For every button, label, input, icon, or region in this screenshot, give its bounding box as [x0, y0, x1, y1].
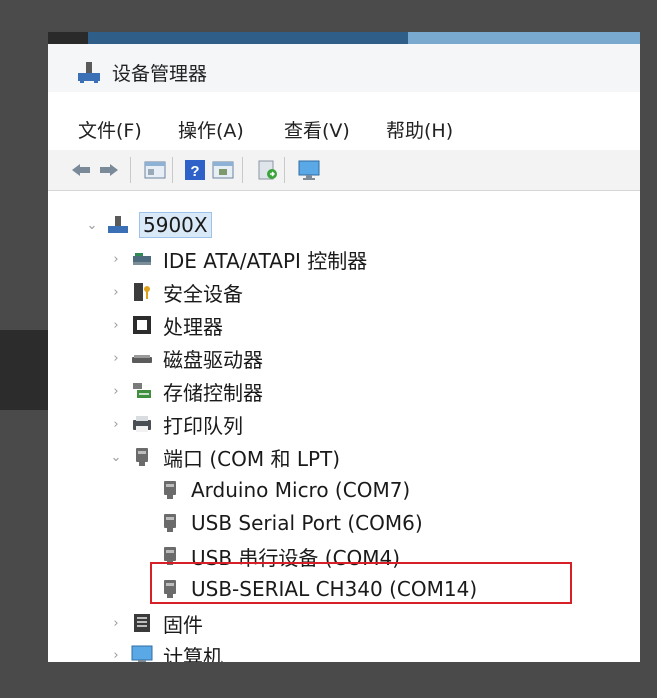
tree-category-computer[interactable]: › 计算机 [110, 640, 223, 662]
enable-device-icon[interactable] [254, 157, 280, 183]
tree-category-label: 端口 (COM 和 LPT) [163, 446, 341, 471]
port-icon [158, 511, 182, 535]
chevron-right-icon[interactable]: › [110, 417, 122, 432]
tree-category-ports[interactable]: ⌄ 端口 (COM 和 LPT) [110, 442, 341, 472]
tree-root-5900x[interactable]: ⌄ 5900X [86, 210, 212, 240]
window-title: 设备管理器 [112, 63, 208, 85]
svg-text:?: ? [190, 163, 199, 180]
tree-category-disk[interactable]: › 磁盘驱动器 [110, 343, 263, 373]
menu-action[interactable]: 操作(A) [178, 116, 244, 143]
computer-icon [130, 643, 154, 662]
disk-drive-icon [130, 346, 154, 370]
ide-controller-icon [130, 247, 154, 271]
window-top-dark [48, 32, 88, 44]
computer-root-icon [106, 213, 130, 237]
storage-controller-icon [130, 379, 154, 403]
device-manager-window: 设备管理器 文件(F) 操作(A) 查看(V) 帮助(H) ? ⌄ 5900X … [48, 32, 640, 662]
toolbar: ? [48, 150, 640, 191]
title-bar: 设备管理器 [48, 44, 640, 92]
tree-category-ide[interactable]: › IDE ATA/ATAPI 控制器 [110, 244, 367, 274]
chevron-right-icon[interactable]: › [110, 648, 122, 663]
print-queue-icon [130, 412, 154, 436]
menu-file[interactable]: 文件(F) [78, 116, 142, 143]
outer-frame [0, 0, 657, 30]
security-device-icon [130, 280, 154, 304]
tree-root-label: 5900X [139, 212, 212, 238]
toolbar-separator [172, 157, 173, 183]
tree-port-item[interactable]: USB Serial Port (COM6) [158, 508, 423, 538]
tree-category-label: 磁盘驱动器 [163, 347, 263, 372]
chevron-right-icon[interactable]: › [110, 616, 122, 631]
highlight-box [150, 562, 572, 604]
tree-port-label: USB Serial Port (COM6) [191, 511, 423, 535]
tree-category-label: 处理器 [163, 314, 223, 339]
chevron-down-icon[interactable]: ⌄ [110, 450, 122, 465]
toolbar-separator [242, 157, 243, 183]
chevron-down-icon[interactable]: ⌄ [86, 218, 98, 233]
forward-arrow-icon[interactable] [96, 157, 122, 183]
tree-category-print-queue[interactable]: › 打印队列 [110, 409, 243, 439]
device-manager-icon [78, 62, 100, 83]
processor-icon [130, 313, 154, 337]
toolbar-separator [130, 157, 131, 183]
properties-icon[interactable] [142, 157, 168, 183]
port-icon [130, 445, 154, 469]
update-driver-icon[interactable] [210, 157, 236, 183]
help-icon[interactable]: ? [182, 157, 208, 183]
tree-category-storage[interactable]: › 存储控制器 [110, 376, 263, 406]
tree-category-label: 存储控制器 [163, 380, 263, 405]
back-arrow-icon[interactable] [68, 157, 94, 183]
chevron-right-icon[interactable]: › [110, 285, 122, 300]
tree-category-label: IDE ATA/ATAPI 控制器 [163, 248, 368, 273]
tree-port-label: Arduino Micro (COM7) [191, 478, 411, 502]
tree-category-label: 安全设备 [163, 281, 243, 306]
tree-port-item[interactable]: Arduino Micro (COM7) [158, 475, 410, 505]
tree-category-label: 固件 [163, 612, 203, 637]
menu-help[interactable]: 帮助(H) [386, 116, 453, 143]
window-top-band-light [408, 32, 640, 44]
chevron-right-icon[interactable]: › [110, 384, 122, 399]
toolbar-separator [284, 157, 285, 183]
monitor-icon[interactable] [296, 157, 322, 183]
menu-bar: 文件(F) 操作(A) 查看(V) 帮助(H) [48, 104, 640, 144]
chevron-right-icon[interactable]: › [110, 318, 122, 333]
chevron-right-icon[interactable]: › [110, 351, 122, 366]
tree-category-label: 计算机 [163, 644, 223, 663]
firmware-icon [130, 611, 154, 635]
tree-category-label: 打印队列 [163, 413, 243, 438]
port-icon [158, 478, 182, 502]
chevron-right-icon[interactable]: › [110, 252, 122, 267]
menu-view[interactable]: 查看(V) [284, 116, 350, 143]
tree-category-security[interactable]: › 安全设备 [110, 277, 243, 307]
background-window-strip [0, 330, 55, 410]
tree-category-firmware[interactable]: › 固件 [110, 608, 203, 638]
tree-category-processor[interactable]: › 处理器 [110, 310, 223, 340]
